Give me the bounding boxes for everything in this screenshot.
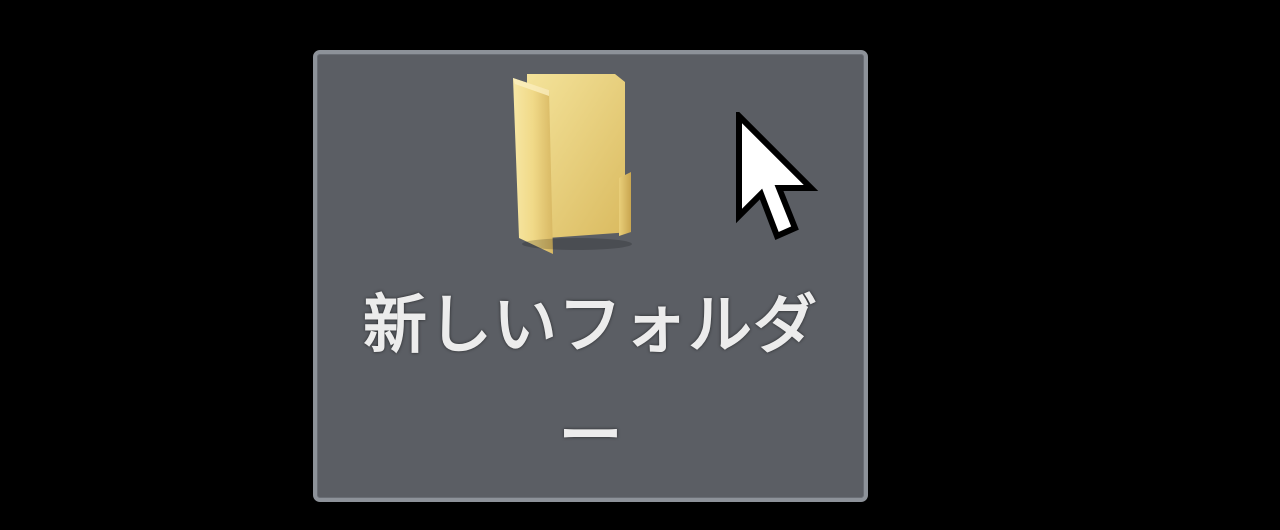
new-folder-desktop-icon[interactable]: 新しいフォルダ ー — [313, 50, 868, 502]
folder-name-label-line2: ー — [558, 400, 623, 474]
desktop[interactable]: 新しいフォルダ ー — [0, 0, 1280, 530]
folder-name-label: 新しいフォルダ — [363, 289, 818, 363]
folder-icon — [513, 74, 632, 254]
